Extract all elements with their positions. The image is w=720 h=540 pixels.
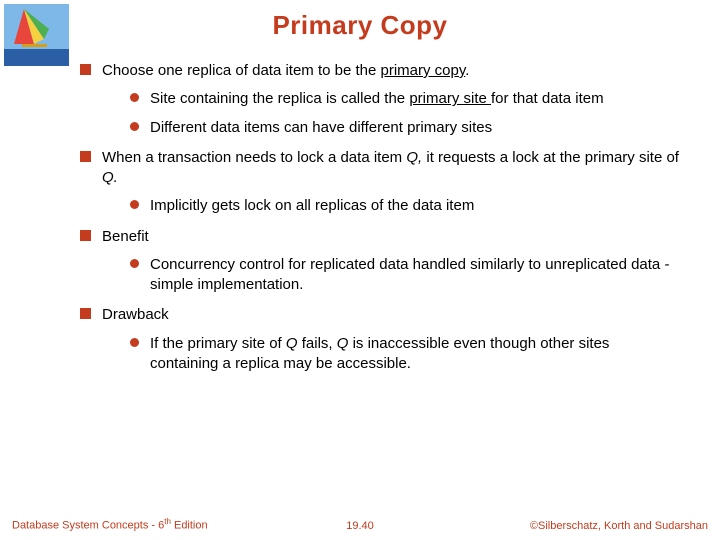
text: it requests a lock at the primary site o… (426, 149, 679, 166)
sub-drawback-detail: If the primary site of Q fails, Q is ina… (130, 334, 680, 375)
slide-body: Choose one replica of data item to be th… (0, 41, 720, 374)
sailboat-logo-icon (4, 4, 69, 66)
text: Choose one replica of data item to be th… (102, 62, 381, 79)
bullet-choose-replica: Choose one replica of data item to be th… (80, 61, 680, 138)
underline-primary-copy: primary copy (381, 62, 466, 79)
footer-page-number: 19.40 (346, 520, 374, 532)
text: for that data item (491, 90, 604, 107)
text: When a transaction needs to lock a data … (102, 149, 406, 166)
text: Site containing the replica is called th… (150, 90, 409, 107)
underline-primary-site: primary site (409, 90, 491, 107)
italic-q: Q (286, 335, 302, 352)
text: . (465, 62, 469, 79)
text: Database System Concepts - 6 (12, 520, 164, 532)
slide-title: Primary Copy (0, 0, 720, 41)
text: Drawback (102, 306, 169, 323)
sub-different-items: Different data items can have different … (130, 118, 680, 138)
text: Edition (171, 520, 208, 532)
bullet-drawback: Drawback If the primary site of Q fails,… (80, 305, 680, 374)
footer-left: Database System Concepts - 6th Edition (12, 517, 208, 532)
superscript: th (164, 517, 171, 526)
text: fails, (302, 335, 337, 352)
sub-primary-site: Site containing the replica is called th… (130, 89, 680, 109)
sub-implicit-lock: Implicitly gets lock on all replicas of … (130, 196, 680, 216)
italic-q: Q. (102, 169, 118, 186)
sub-benefit-detail: Concurrency control for replicated data … (130, 255, 680, 296)
italic-q: Q, (406, 149, 426, 166)
text: If the primary site of (150, 335, 286, 352)
text: Benefit (102, 228, 149, 245)
italic-q: Q (337, 335, 353, 352)
footer-copyright: ©Silberschatz, Korth and Sudarshan (530, 520, 708, 532)
bullet-benefit: Benefit Concurrency control for replicat… (80, 227, 680, 296)
bullet-transaction-lock: When a transaction needs to lock a data … (80, 148, 680, 217)
